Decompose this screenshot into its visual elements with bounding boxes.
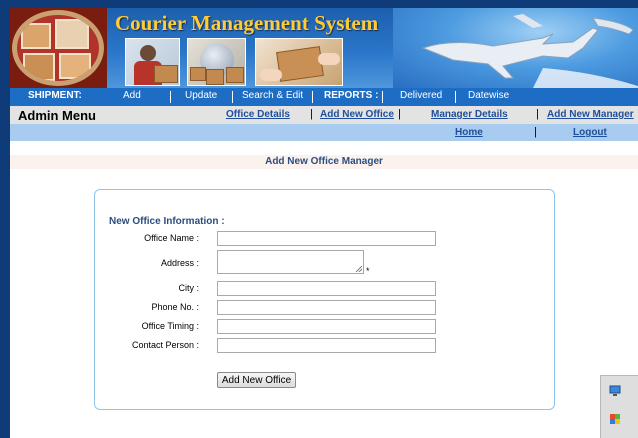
link-separator: | xyxy=(534,126,537,138)
contact-person-label: Contact Person : xyxy=(131,340,199,350)
main-content: Add New Office Manager New Office Inform… xyxy=(10,141,638,438)
page-heading-bar: Add New Office Manager xyxy=(10,155,638,169)
office-form: New Office Information : Office Name : A… xyxy=(94,189,555,410)
address-label: Address : xyxy=(160,258,199,268)
office-timing-label: Office Timing : xyxy=(141,321,199,331)
shipment-nav: SHIPMENT: Add Update Search & Edit REPOR… xyxy=(10,88,638,106)
link-separator: | xyxy=(310,108,313,120)
sub-link-bar: Home | Logout xyxy=(10,124,638,141)
package-photo xyxy=(255,38,343,86)
manager-details-link[interactable]: Manager Details xyxy=(431,109,508,120)
contact-person-input[interactable] xyxy=(217,338,436,353)
nav-separator xyxy=(170,91,171,103)
nav-add[interactable]: Add xyxy=(123,90,141,101)
airplane-banner xyxy=(393,8,638,88)
network-icon[interactable] xyxy=(609,384,621,396)
shipment-label: SHIPMENT: xyxy=(28,90,82,101)
flag-icon[interactable] xyxy=(609,412,621,424)
address-textarea[interactable] xyxy=(217,250,364,274)
nav-update[interactable]: Update xyxy=(185,90,217,101)
nav-separator xyxy=(382,91,383,103)
admin-menu-title: Admin Menu xyxy=(18,108,96,123)
add-new-office-button[interactable]: Add New Office xyxy=(217,372,296,388)
system-tray xyxy=(600,375,638,438)
required-marker: * xyxy=(366,266,370,276)
office-timing-input[interactable] xyxy=(217,319,436,334)
phone-input[interactable] xyxy=(217,300,436,315)
logo xyxy=(10,8,107,88)
link-separator: | xyxy=(398,108,401,120)
nav-delivered[interactable]: Delivered xyxy=(400,90,442,101)
reports-label: REPORTS : xyxy=(324,90,379,101)
link-separator: | xyxy=(536,108,539,120)
nav-separator xyxy=(232,91,233,103)
nav-separator xyxy=(312,91,313,103)
phone-label: Phone No. : xyxy=(151,302,199,312)
office-details-link[interactable]: Office Details xyxy=(226,109,290,120)
nav-search-edit[interactable]: Search & Edit xyxy=(242,90,303,101)
header-banner: Courier Management System xyxy=(10,8,638,88)
form-section-title: New Office Information : xyxy=(109,216,225,227)
city-label: City : xyxy=(178,283,199,293)
globe-photo xyxy=(187,38,246,86)
admin-menu-bar: Admin Menu Office Details | Add New Offi… xyxy=(10,106,638,124)
home-link[interactable]: Home xyxy=(455,127,483,138)
app-title: Courier Management System xyxy=(115,11,379,35)
add-new-office-link[interactable]: Add New Office xyxy=(320,109,394,120)
page-heading: Add New Office Manager xyxy=(265,156,383,167)
add-new-manager-link[interactable]: Add New Manager xyxy=(547,109,634,120)
resize-grip-icon[interactable] xyxy=(356,266,362,272)
office-name-input[interactable] xyxy=(217,231,436,246)
office-name-label: Office Name : xyxy=(144,233,199,243)
logout-link[interactable]: Logout xyxy=(573,127,607,138)
city-input[interactable] xyxy=(217,281,436,296)
nav-separator xyxy=(455,91,456,103)
courier-photo xyxy=(125,38,180,86)
nav-datewise[interactable]: Datewise xyxy=(468,90,509,101)
